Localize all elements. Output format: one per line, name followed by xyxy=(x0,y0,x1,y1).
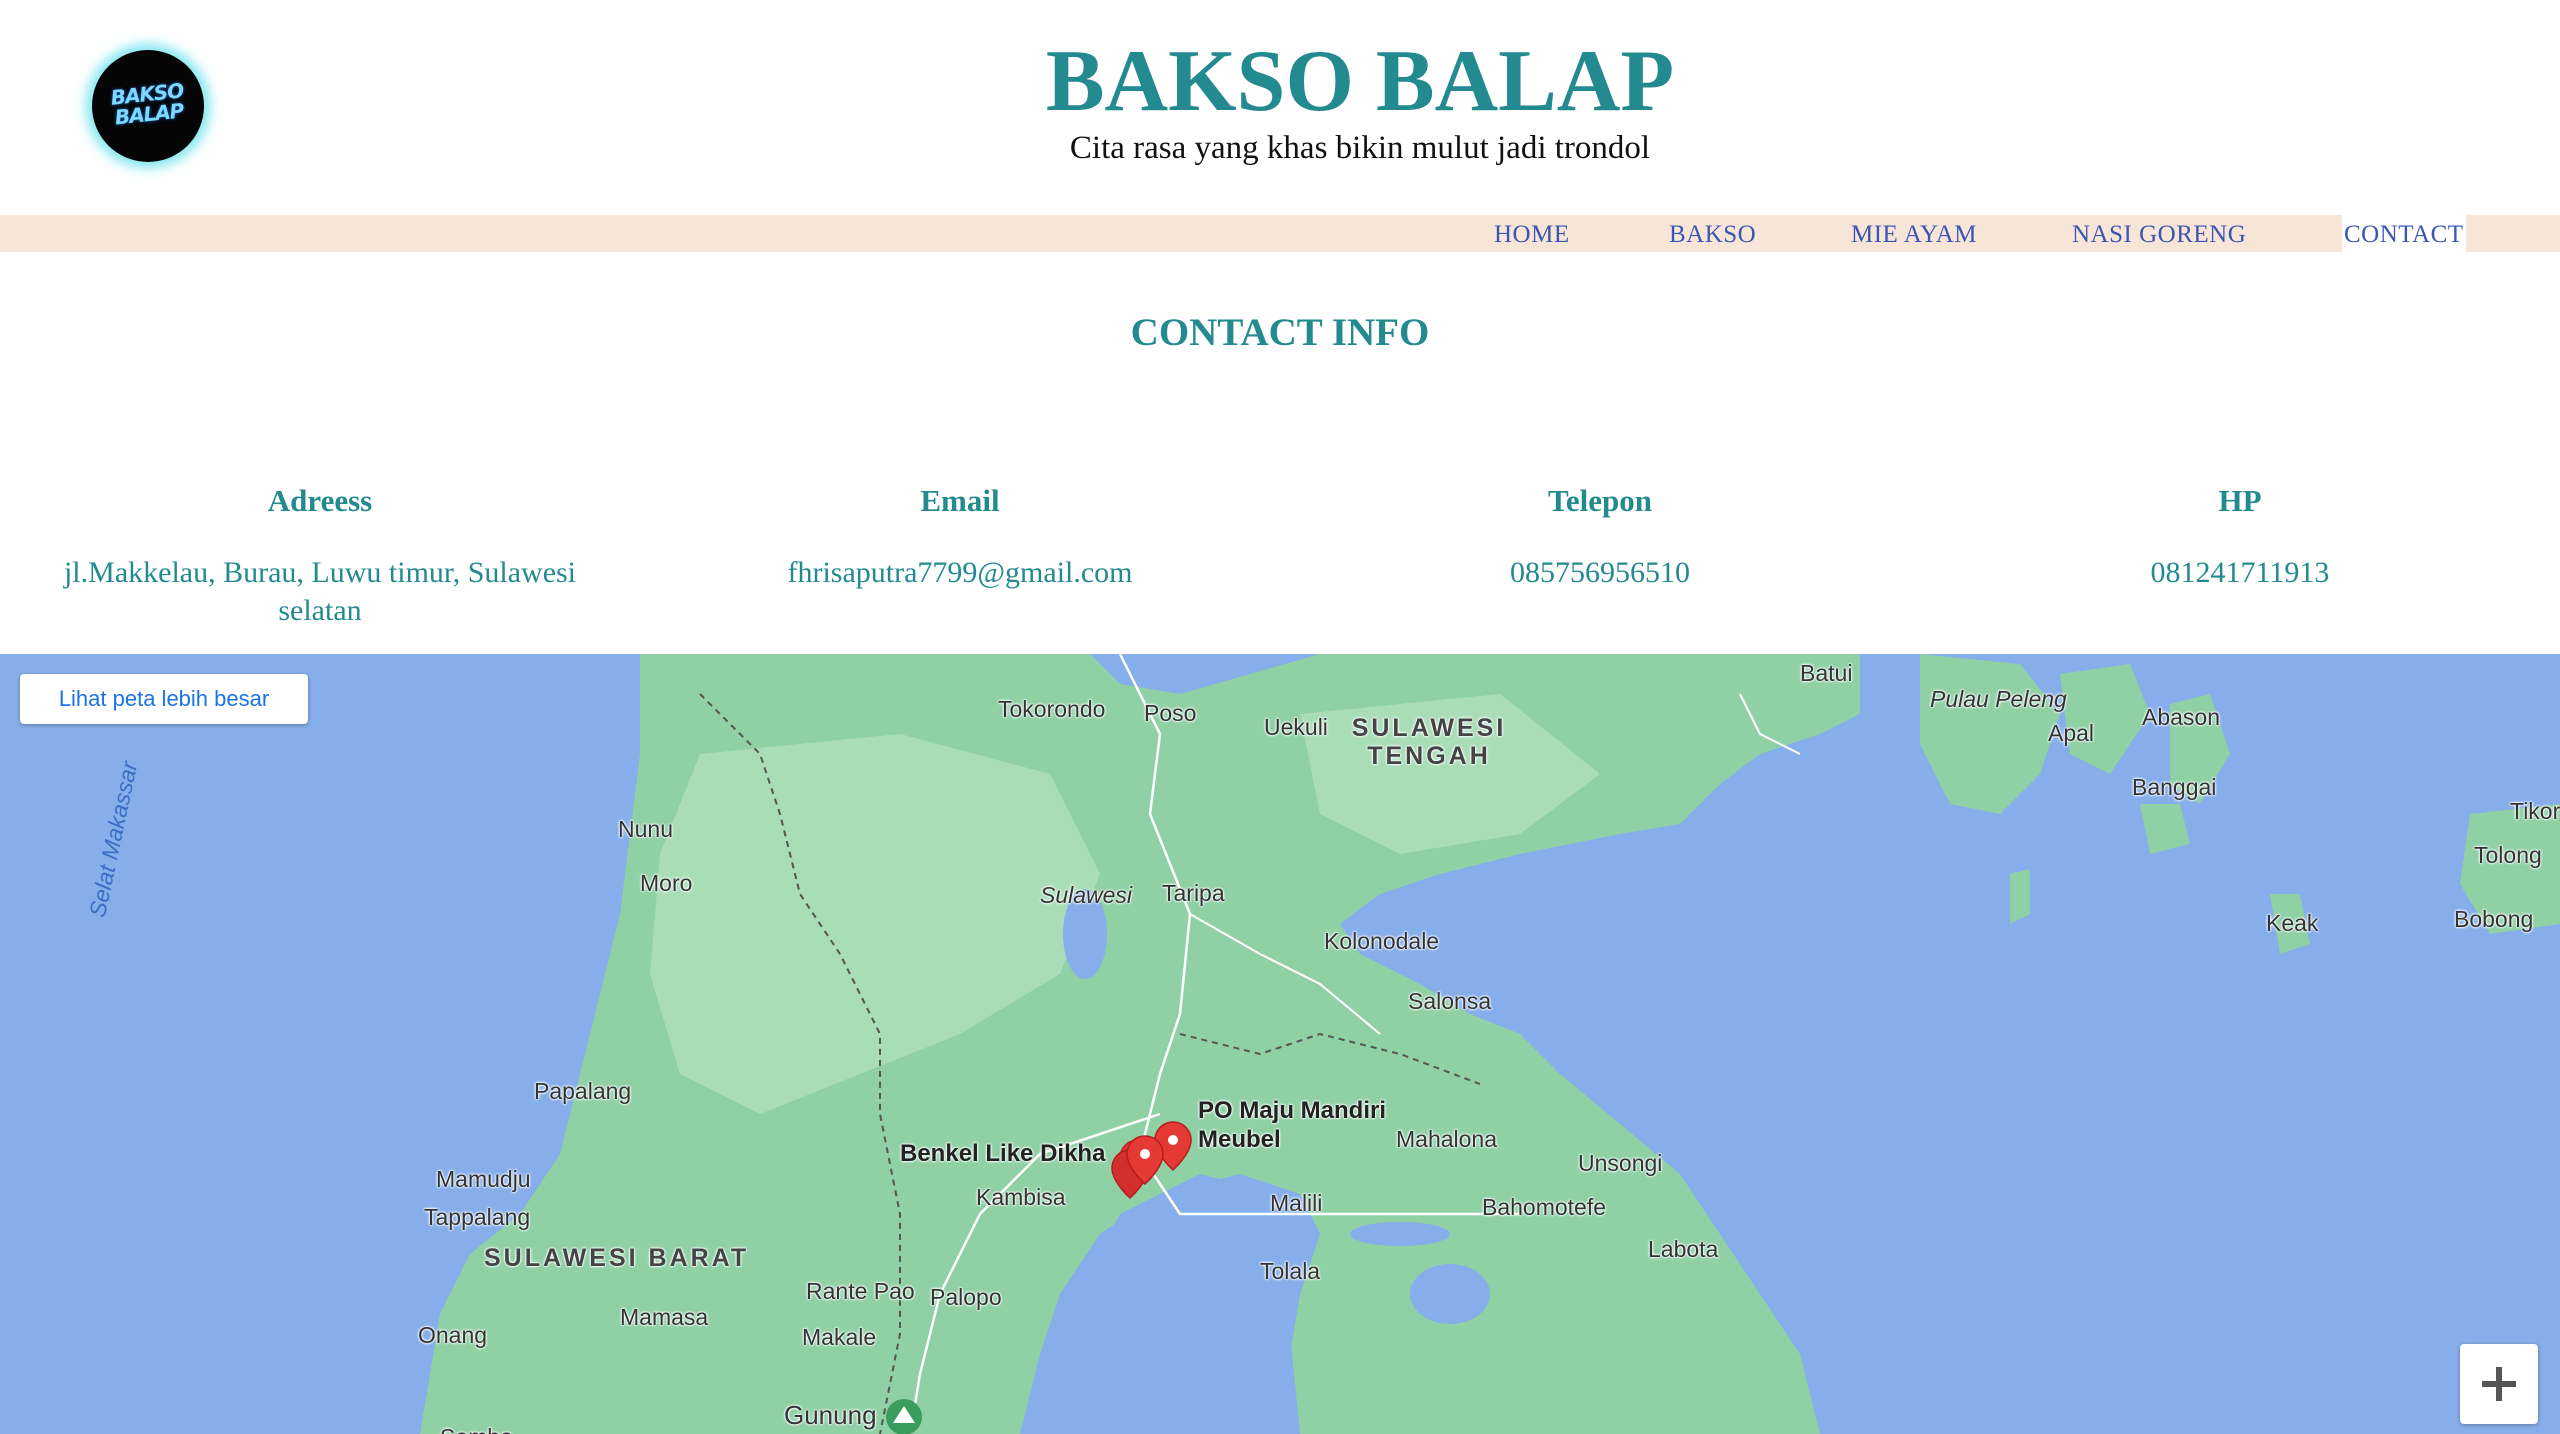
island-banggai-a xyxy=(2060,664,2150,774)
map-label-tikor: Tikor xyxy=(2510,798,2560,824)
map-label-tappalang: Tappalang xyxy=(424,1204,531,1230)
map-label-palopo: Palopo xyxy=(930,1284,1002,1310)
contact-address: Adreess jl.Makkelau, Burau, Luwu timur, … xyxy=(0,478,640,630)
map-label-onang: Onang xyxy=(418,1322,488,1348)
map-label-mahalona: Mahalona xyxy=(1396,1126,1498,1152)
map-label-sombo: Sombo xyxy=(440,1424,513,1434)
map-label-sulawesi-tengah: SULAWESI TENGAH xyxy=(1351,714,1507,770)
embedded-map[interactable]: Batui Pulau Peleng Abason Apal Banggai T… xyxy=(0,654,2560,1434)
nav-mie-ayam[interactable]: MIE AYAM xyxy=(1851,215,1977,252)
telepon-label: Telepon xyxy=(1548,483,1652,518)
plus-icon-vertical xyxy=(2496,1367,2502,1401)
map-canvas xyxy=(420,654,2560,1434)
site-tagline: Cita rasa yang khas bikin mulut jadi tro… xyxy=(1069,130,1651,166)
map-label-salonsa: Salonsa xyxy=(1408,988,1492,1014)
contact-email: Email fhrisaputra7799@gmail.com xyxy=(640,478,1280,592)
map-label-keak: Keak xyxy=(2266,910,2319,936)
map-label-mamudju: Mamudju xyxy=(436,1166,531,1192)
island-bangkurung xyxy=(2140,804,2190,854)
nav-nasi-goreng[interactable]: NASI GORENG xyxy=(2072,215,2246,252)
map-label-makale: Makale xyxy=(802,1324,877,1350)
map-label-moro: Moro xyxy=(640,870,693,896)
map-label-papalang: Papalang xyxy=(534,1078,632,1104)
contact-info-title: CONTACT INFO xyxy=(1130,311,1430,354)
hp-label: HP xyxy=(2218,483,2262,518)
map-label-bobong: Bobong xyxy=(2454,906,2534,932)
map-label-gunung: Gunung xyxy=(784,1400,877,1430)
map-label-sulawesi-barat: SULAWESI BARAT xyxy=(484,1244,750,1272)
map-label-nunu: Nunu xyxy=(618,816,673,842)
map-label-sulawesi: Sulawesi xyxy=(1040,882,1133,908)
lake-towuti xyxy=(1410,1264,1490,1324)
map-label-benkel[interactable]: Benkel Like Dikha xyxy=(900,1140,1105,1168)
map-label-rante-pao: Rante Pao xyxy=(806,1278,915,1304)
map-label-labota: Labota xyxy=(1648,1236,1719,1262)
mountain-icon xyxy=(886,1399,922,1434)
map-label-malili: Malili xyxy=(1270,1190,1323,1216)
address-value: jl.Makkelau, Burau, Luwu timur, Sulawesi… xyxy=(63,556,577,627)
larger-map-button[interactable]: Lihat peta lebih besar xyxy=(20,674,308,724)
map-label-poso: Poso xyxy=(1144,700,1197,726)
map-label-taripa: Taripa xyxy=(1162,880,1225,906)
nav-home[interactable]: HOME xyxy=(1494,215,1570,252)
hp-value: 081241711913 xyxy=(2150,556,2330,589)
map-label-apal: Apal xyxy=(2048,720,2095,746)
telepon-value: 085756956510 xyxy=(1510,556,1690,589)
site-header: BAKSO BALAP BAKSO BALAP Cita rasa yang k… xyxy=(0,0,2560,215)
map-label-tolong: Tolong xyxy=(2474,842,2542,868)
contact-telepon: Telepon 085756956510 xyxy=(1280,478,1920,592)
map-label-kambisa: Kambisa xyxy=(976,1184,1066,1210)
nav-contact[interactable]: CONTACT xyxy=(2342,215,2466,252)
map-label-bahomotefe: Bahomotefe xyxy=(1482,1194,1607,1220)
lake-matano xyxy=(1350,1222,1450,1246)
email-value[interactable]: fhrisaputra7799@gmail.com xyxy=(640,554,1280,592)
map-label-mamasa: Mamasa xyxy=(620,1304,709,1330)
email-label: Email xyxy=(920,483,1000,518)
nav-bakso[interactable]: BAKSO xyxy=(1669,215,1756,252)
map-label-uekuli: Uekuli xyxy=(1264,714,1328,740)
map-label-unsongi: Unsongi xyxy=(1578,1150,1663,1176)
map-label-kolonodale: Kolonodale xyxy=(1324,928,1440,954)
contact-hp: HP 081241711913 xyxy=(1920,478,2560,592)
map-label-tokorondo: Tokorondo xyxy=(998,696,1106,722)
zoom-in-button[interactable] xyxy=(2460,1344,2538,1424)
map-label-pulau-peleng: Pulau Peleng xyxy=(1930,686,2067,712)
island-peleng xyxy=(1920,654,2060,814)
map-label-abason: Abason xyxy=(2142,704,2221,730)
map-label-batui: Batui xyxy=(1800,660,1853,686)
site-title: BAKSO BALAP xyxy=(1045,33,1675,130)
address-label: Adreess xyxy=(267,483,373,518)
main-nav: HOME BAKSO MIE AYAM NASI GORENG CONTACT xyxy=(0,215,2560,252)
map-label-tolala: Tolala xyxy=(1260,1258,1321,1284)
island-small-1 xyxy=(2010,869,2030,924)
map-label-banggai: Banggai xyxy=(2132,774,2217,800)
